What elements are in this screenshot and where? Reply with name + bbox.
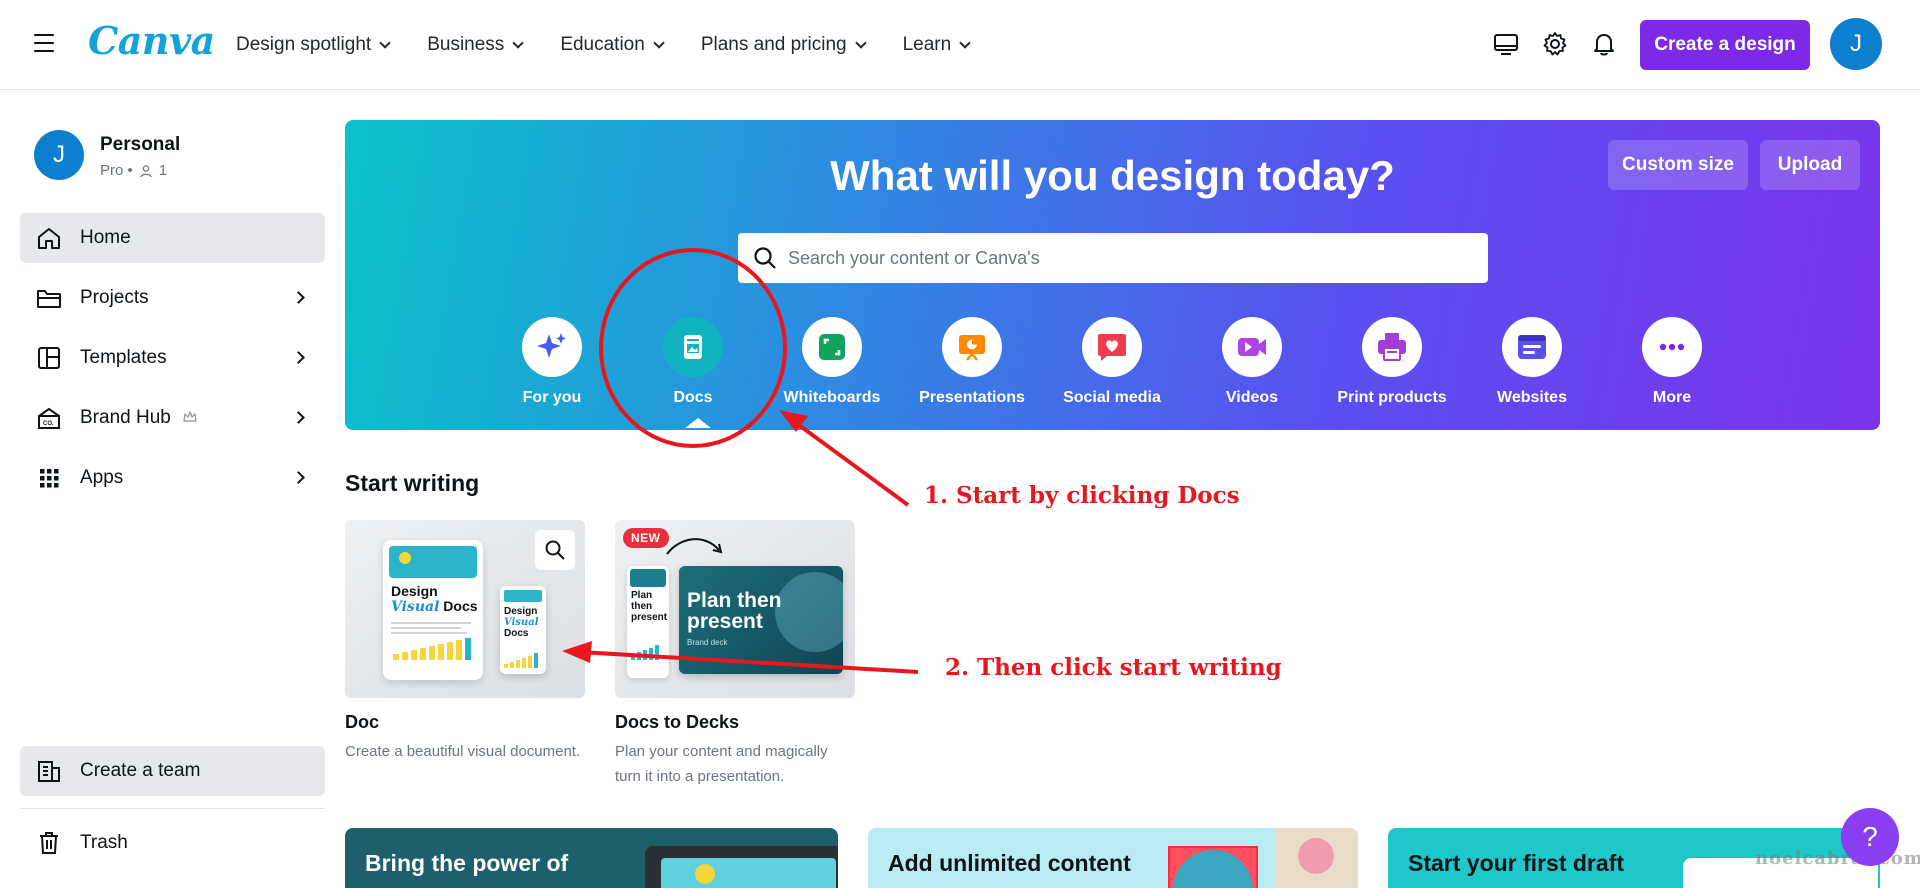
doc-preview-small: Design Visual Docs bbox=[500, 586, 546, 674]
gear-icon[interactable] bbox=[1541, 30, 1569, 58]
presentation-icon bbox=[959, 335, 985, 361]
chevron-right-icon bbox=[292, 291, 305, 304]
doc-icon bbox=[684, 335, 702, 359]
doc-card-title: Doc bbox=[345, 712, 380, 732]
docs-to-decks-title: Docs to Decks bbox=[615, 712, 740, 732]
nav-links: Design spotlight Business Education Plan… bbox=[236, 0, 1007, 90]
category-more[interactable]: More bbox=[1617, 317, 1727, 417]
doc-card[interactable]: Design Visual Docs Design Visual Docs Do… bbox=[345, 520, 585, 764]
promo-card-unlimited[interactable]: Add unlimited content bbox=[868, 828, 1358, 888]
doc-preview-bars bbox=[393, 638, 471, 660]
nav-education[interactable]: Education bbox=[560, 34, 665, 56]
create-design-button[interactable]: Create a design bbox=[1640, 20, 1810, 70]
category-videos[interactable]: Videos bbox=[1197, 317, 1307, 417]
search-icon bbox=[754, 247, 776, 269]
chevron-right-icon bbox=[292, 471, 305, 484]
sparkle-icon bbox=[537, 333, 566, 358]
annotation-step-1: 1. Start by clicking Docs bbox=[924, 482, 1240, 509]
category-print-products[interactable]: Print products bbox=[1337, 317, 1447, 417]
category-presentations[interactable]: Presentations bbox=[917, 317, 1027, 417]
brand-hub-icon: CO. bbox=[38, 407, 60, 429]
sidebar-item-apps[interactable]: Apps bbox=[20, 453, 325, 503]
annotation-step-2: 2. Then click start writing bbox=[945, 654, 1282, 681]
promo-card-power[interactable]: Bring the power of bbox=[345, 828, 838, 888]
sidebar-item-brand-hub[interactable]: CO. Brand Hub bbox=[20, 393, 325, 443]
nav-plans-pricing[interactable]: Plans and pricing bbox=[701, 34, 867, 56]
menu-icon[interactable] bbox=[34, 34, 54, 52]
custom-size-button[interactable]: Custom size bbox=[1608, 140, 1748, 190]
curved-arrow-icon bbox=[666, 538, 723, 555]
selected-indicator bbox=[685, 418, 711, 428]
nav-learn[interactable]: Learn bbox=[903, 34, 971, 56]
bell-icon[interactable] bbox=[1590, 30, 1618, 58]
help-button[interactable]: ? bbox=[1841, 808, 1899, 866]
nav-business[interactable]: Business bbox=[427, 34, 524, 56]
docs-to-decks-thumbnail: Plan then present Plan then present Bran… bbox=[615, 520, 855, 698]
crown-icon bbox=[183, 411, 197, 422]
chevron-down-icon bbox=[653, 36, 665, 49]
search-bar bbox=[738, 233, 1488, 283]
category-for-you[interactable]: For you bbox=[497, 317, 607, 417]
nav-design-spotlight[interactable]: Design spotlight bbox=[236, 34, 391, 56]
apps-grid-icon bbox=[40, 469, 59, 488]
create-team-button[interactable]: Create a team bbox=[20, 746, 325, 796]
category-docs[interactable]: Docs bbox=[638, 317, 748, 428]
sidebar-divider bbox=[20, 808, 325, 809]
hero-banner: What will you design today? Custom size … bbox=[345, 120, 1880, 430]
home-icon bbox=[38, 228, 60, 249]
user-avatar[interactable]: J bbox=[1830, 18, 1882, 70]
chevron-down-icon bbox=[854, 36, 867, 49]
category-whiteboards[interactable]: Whiteboards bbox=[777, 317, 887, 417]
chevron-right-icon bbox=[292, 351, 305, 364]
heart-icon bbox=[1098, 334, 1126, 361]
docs-to-decks-desc: Plan your content and magically turn it … bbox=[615, 743, 828, 785]
category-websites[interactable]: Websites bbox=[1477, 317, 1587, 417]
printer-icon bbox=[1378, 333, 1406, 361]
top-navigation: Canva Design spotlight Business Educatio… bbox=[0, 0, 1920, 90]
more-icon bbox=[1659, 343, 1685, 351]
profile-avatar: J bbox=[34, 130, 84, 180]
trash-icon bbox=[40, 832, 58, 854]
doc-preview-large: Design Visual Docs bbox=[383, 540, 483, 680]
building-icon bbox=[38, 761, 60, 782]
doc-card-desc: Create a beautiful visual document. bbox=[345, 743, 581, 760]
website-icon bbox=[1518, 335, 1546, 359]
search-input[interactable] bbox=[788, 233, 1468, 283]
chevron-down-icon bbox=[959, 36, 971, 49]
templates-icon bbox=[38, 347, 60, 369]
video-icon bbox=[1238, 338, 1266, 356]
preview-search-button[interactable] bbox=[535, 530, 575, 570]
whiteboard-icon bbox=[819, 334, 845, 360]
profile-plan: Pro • 1 bbox=[100, 162, 168, 179]
sidebar-item-projects[interactable]: Projects bbox=[20, 273, 325, 323]
upload-button[interactable]: Upload bbox=[1760, 140, 1860, 190]
docs-to-decks-card[interactable]: Plan then present Plan then present Bran… bbox=[615, 520, 855, 789]
search-icon bbox=[545, 540, 565, 560]
sidebar-item-templates[interactable]: Templates bbox=[20, 333, 325, 383]
chevron-down-icon bbox=[379, 36, 391, 49]
folder-icon bbox=[37, 290, 61, 308]
start-writing-heading: Start writing bbox=[345, 470, 480, 496]
chevron-down-icon bbox=[512, 36, 524, 49]
doc-thumbnail: Design Visual Docs Design Visual Docs bbox=[345, 520, 585, 698]
canva-logo[interactable]: Canva bbox=[88, 18, 215, 63]
chevron-right-icon bbox=[292, 411, 305, 424]
deck-preview-slide: Plan then present Brand deck bbox=[679, 566, 843, 674]
deck-preview-doc: Plan then present bbox=[627, 566, 669, 678]
new-badge: NEW bbox=[623, 528, 669, 548]
sidebar-item-trash[interactable]: Trash bbox=[20, 818, 325, 868]
profile-name: Personal bbox=[100, 134, 181, 155]
desktop-icon[interactable] bbox=[1492, 30, 1520, 58]
category-social-media[interactable]: Social media bbox=[1057, 317, 1167, 417]
svg-text:CO.: CO. bbox=[43, 421, 54, 427]
person-icon bbox=[140, 164, 152, 177]
sidebar-item-home[interactable]: Home bbox=[20, 213, 325, 263]
